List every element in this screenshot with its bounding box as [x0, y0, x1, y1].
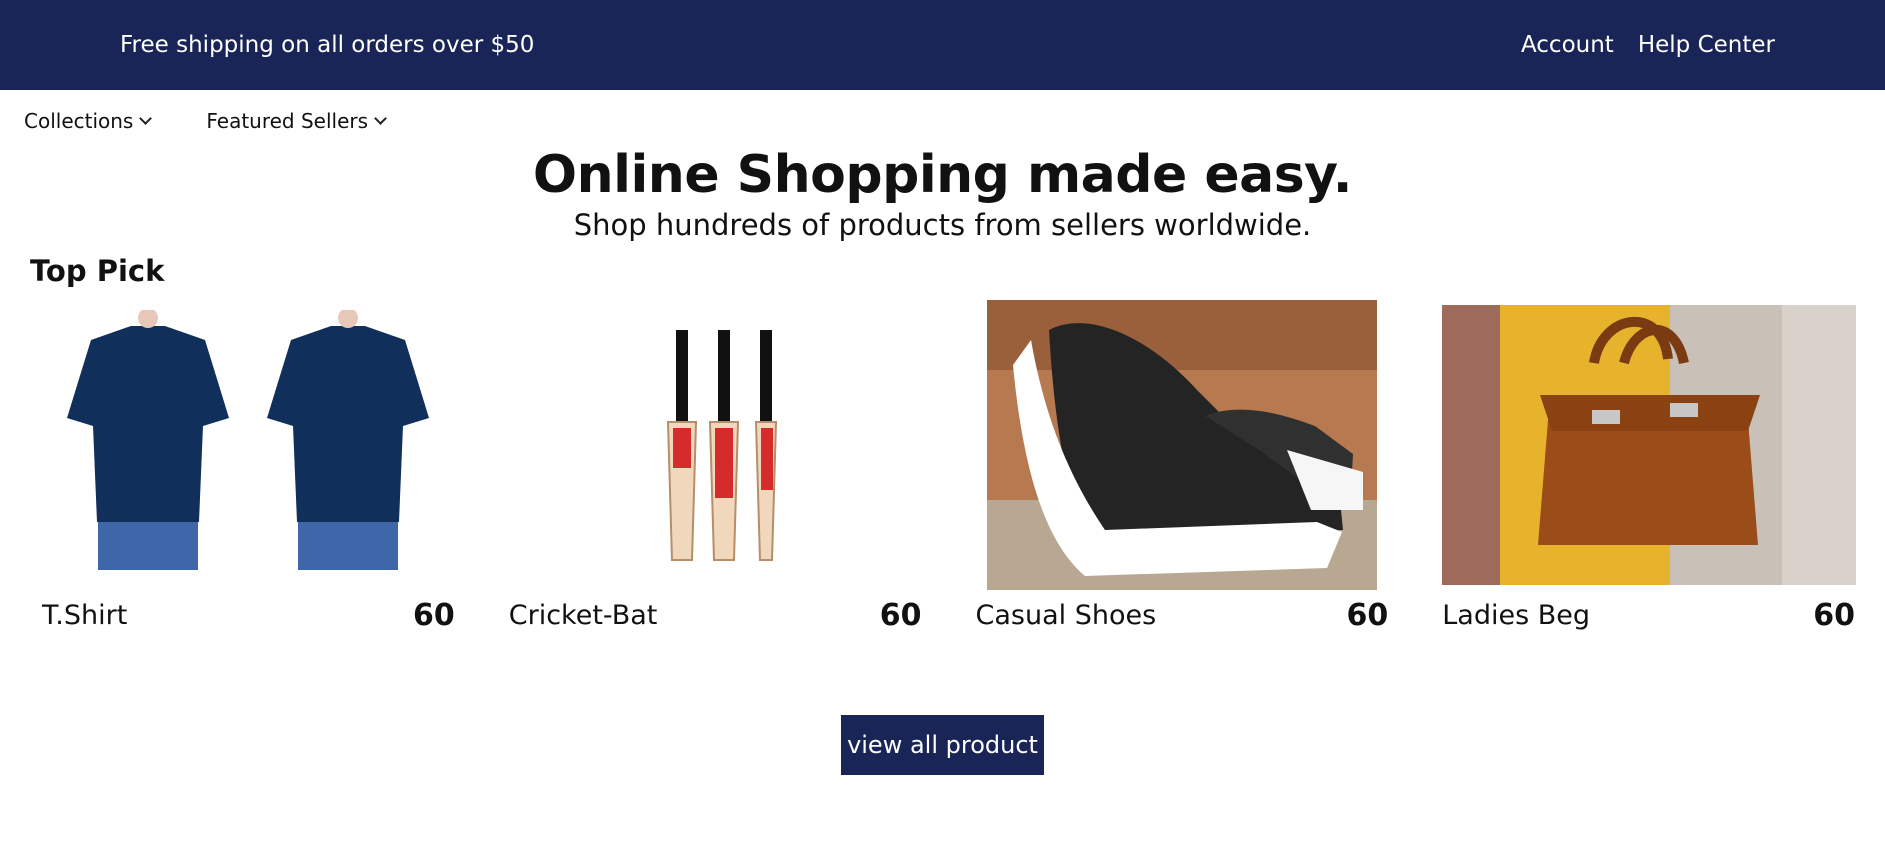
product-name[interactable]: Ladies Beg: [1442, 600, 1590, 631]
product-name[interactable]: Casual Shoes: [976, 600, 1157, 631]
product-card-ladies-bag[interactable]: Ladies Beg 60: [1430, 300, 1867, 645]
main-nav: Collections Featured Sellers: [0, 90, 1885, 152]
product-price: 60: [1813, 597, 1855, 633]
hero-subtitle: Shop hundreds of products from sellers w…: [573, 208, 1312, 242]
shoe-icon: [986, 300, 1377, 590]
view-all-products-button[interactable]: view all product: [841, 715, 1044, 775]
top-bar: Free shipping on all orders over $50 Acc…: [0, 0, 1885, 90]
tshirt-image[interactable]: [30, 300, 467, 590]
shipping-promo: Free shipping on all orders over $50: [120, 32, 535, 58]
product-grid: T.Shirt 60 Cricket-Bat 60 Casual Shoes 6…: [0, 300, 1885, 645]
top-links: Account Help Center: [1521, 32, 1775, 58]
cricket-bat-image[interactable]: [497, 300, 934, 590]
product-price: 60: [1346, 597, 1389, 633]
collections-label: Collections: [24, 109, 134, 133]
featured-sellers-menu[interactable]: Featured Sellers: [206, 109, 387, 133]
hero: Online Shopping made easy. Shop hundreds…: [0, 144, 1885, 244]
handbag-icon: [1441, 305, 1856, 585]
chevron-down-icon: [374, 112, 387, 125]
product-card-cricket-bat[interactable]: Cricket-Bat 60: [497, 300, 934, 645]
featured-sellers-label: Featured Sellers: [206, 109, 369, 133]
top-pick-heading: Top Pick: [30, 254, 165, 288]
product-name[interactable]: Cricket-Bat: [509, 600, 658, 631]
product-info: T.Shirt 60: [30, 590, 467, 640]
product-name[interactable]: T.Shirt: [42, 600, 127, 631]
product-info: Ladies Beg 60: [1430, 590, 1867, 640]
tshirt-icon: [67, 310, 430, 570]
cricket-bat-icon: [667, 330, 778, 561]
help-center-link[interactable]: Help Center: [1638, 32, 1775, 58]
collections-menu[interactable]: Collections: [24, 109, 153, 133]
product-info: Casual Shoes 60: [964, 590, 1401, 640]
casual-shoes-image[interactable]: [964, 300, 1401, 590]
product-card-tshirt[interactable]: T.Shirt 60: [30, 300, 467, 645]
hero-title: Online Shopping made easy.: [532, 145, 1353, 205]
product-price: 60: [413, 597, 455, 633]
cta-wrapper: view all product: [0, 715, 1885, 775]
product-card-casual-shoes[interactable]: Casual Shoes 60: [964, 300, 1401, 645]
product-price: 60: [879, 597, 922, 633]
product-info: Cricket-Bat 60: [497, 590, 934, 640]
ladies-bag-image[interactable]: [1430, 300, 1867, 590]
account-link[interactable]: Account: [1521, 32, 1614, 58]
chevron-down-icon: [139, 112, 153, 125]
